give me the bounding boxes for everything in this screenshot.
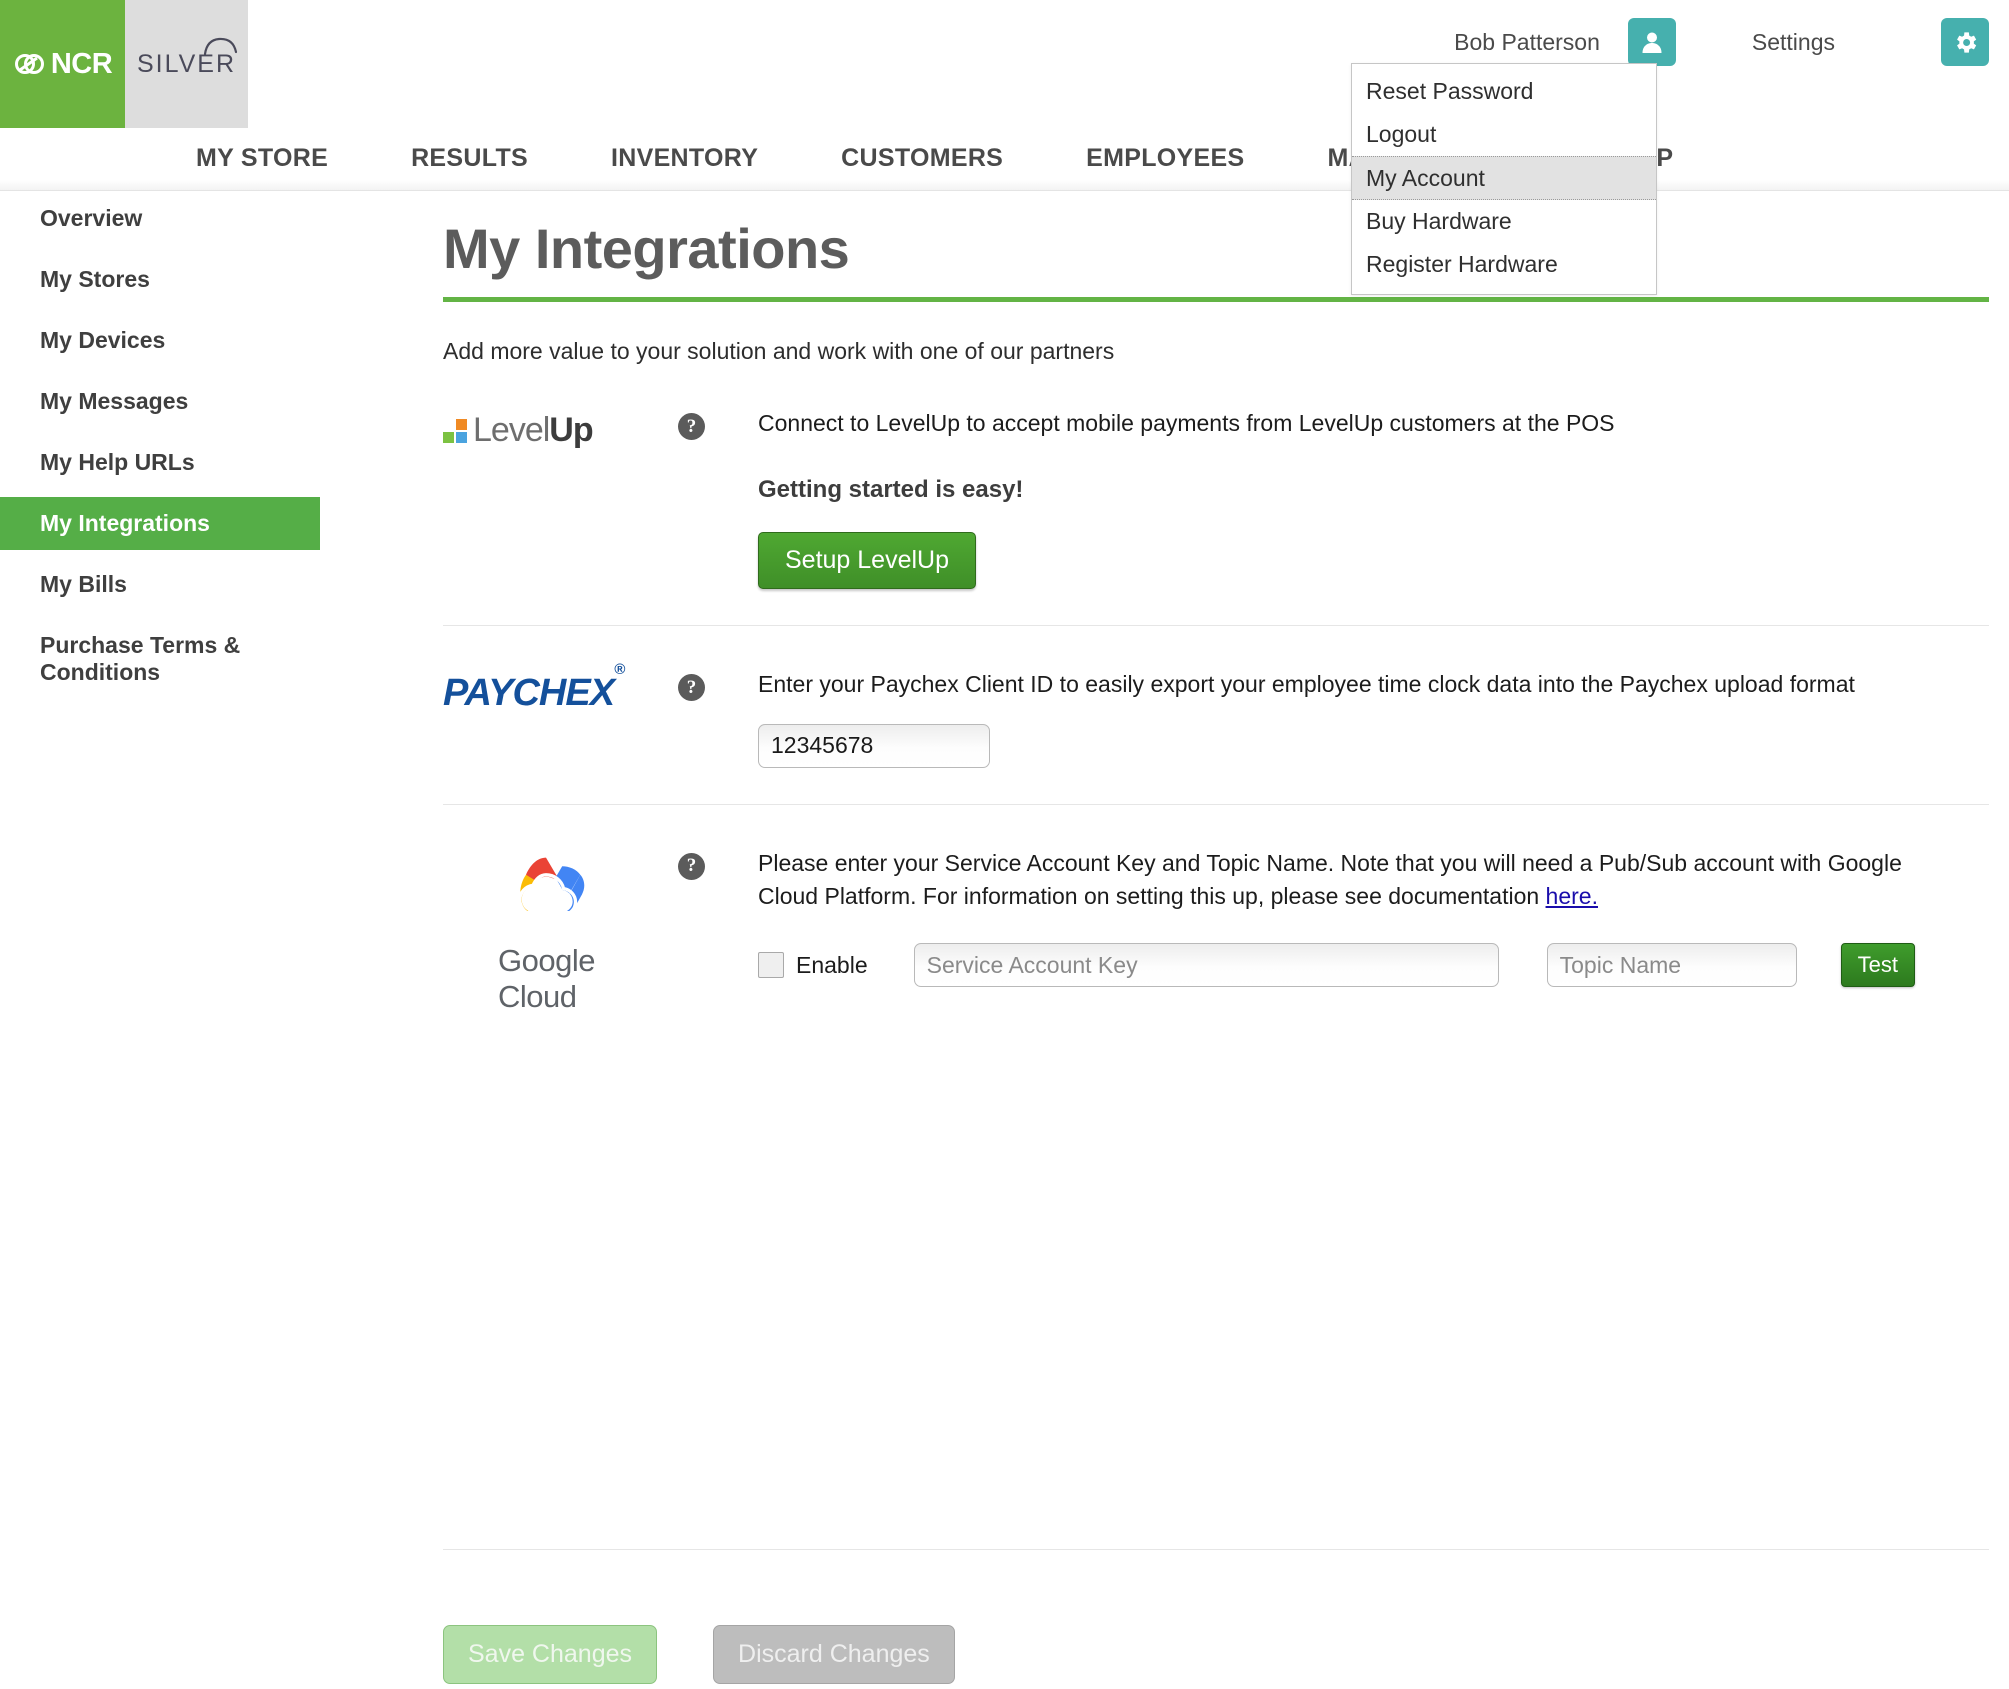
discard-changes-button[interactable]: Discard Changes bbox=[713, 1625, 955, 1684]
sidebar-item-my-stores[interactable]: My Stores bbox=[0, 253, 320, 306]
paychex-help: ? bbox=[678, 668, 758, 767]
levelup-logo-up: Up bbox=[549, 411, 593, 449]
sidebar-item-my-bills[interactable]: My Bills bbox=[0, 558, 320, 611]
user-dropdown-menu: Reset Password Logout My Account Buy Har… bbox=[1351, 63, 1657, 295]
levelup-logo: LevelUp bbox=[443, 407, 678, 589]
main-content: My Integrations Add more value to your s… bbox=[443, 192, 2009, 1051]
page-title: My Integrations bbox=[443, 217, 850, 280]
user-bar: Bob Patterson Settings bbox=[1454, 18, 1989, 66]
menu-item-register-hardware[interactable]: Register Hardware bbox=[1352, 243, 1656, 286]
setup-levelup-button[interactable]: Setup LevelUp bbox=[758, 532, 977, 590]
google-cloud-icon bbox=[518, 857, 585, 917]
test-button[interactable]: Test bbox=[1840, 943, 1915, 988]
menu-item-buy-hardware[interactable]: Buy Hardware bbox=[1352, 200, 1656, 243]
help-icon[interactable]: ? bbox=[678, 413, 705, 440]
sidebar: Overview My Stores My Devices My Message… bbox=[0, 192, 320, 707]
ncr-logo-text: NCR bbox=[50, 47, 113, 80]
nav-item-results[interactable]: RESULTS bbox=[411, 144, 528, 173]
menu-item-my-account[interactable]: My Account bbox=[1352, 155, 1656, 201]
sidebar-item-my-integrations[interactable]: My Integrations bbox=[0, 497, 320, 550]
ncr-logo-mark: NCR bbox=[13, 47, 113, 81]
levelup-body: Connect to LevelUp to accept mobile paym… bbox=[758, 407, 1989, 590]
help-icon[interactable]: ? bbox=[678, 852, 705, 880]
menu-item-logout[interactable]: Logout bbox=[1352, 113, 1656, 156]
google-cloud-description: Please enter your Service Account Key an… bbox=[758, 847, 1989, 914]
levelup-squares-icon bbox=[443, 418, 467, 443]
enable-checkbox[interactable] bbox=[758, 952, 784, 979]
brand-logo[interactable]: NCR SILVER bbox=[0, 0, 248, 128]
footer-actions: Save Changes Discard Changes bbox=[443, 1625, 955, 1684]
integration-section-levelup: LevelUp ? Connect to LevelUp to accept m… bbox=[443, 365, 1989, 627]
paychex-logo-text: PAYCHEX® bbox=[443, 661, 625, 715]
settings-label[interactable]: Settings bbox=[1752, 29, 1835, 56]
paychex-logo: PAYCHEX® bbox=[443, 661, 678, 767]
google-cloud-body: Please enter your Service Account Key an… bbox=[758, 847, 1989, 1015]
help-icon[interactable]: ? bbox=[678, 674, 705, 702]
main-nav: MY STORE RESULTS INVENTORY CUSTOMERS EMP… bbox=[0, 133, 2009, 191]
paychex-logo-wordmark: PAYCHEX bbox=[443, 672, 615, 715]
gear-icon[interactable] bbox=[1941, 18, 1989, 66]
paychex-body: Enter your Paychex Client ID to easily e… bbox=[758, 668, 1989, 768]
gc-desc-line2: Cloud Platform. For information on setti… bbox=[758, 883, 1546, 910]
levelup-description: Connect to LevelUp to accept mobile paym… bbox=[758, 410, 1615, 436]
menu-item-reset-password[interactable]: Reset Password bbox=[1352, 70, 1656, 113]
levelup-logo-text: LevelUp bbox=[473, 411, 594, 450]
levelup-help: ? bbox=[678, 407, 758, 589]
google-cloud-logo-text: Google Cloud bbox=[498, 942, 595, 1014]
nav-item-employees[interactable]: EMPLOYEES bbox=[1086, 144, 1244, 173]
person-icon[interactable] bbox=[1627, 18, 1676, 66]
paychex-registered-mark: ® bbox=[614, 660, 625, 678]
nav-item-customers[interactable]: CUSTOMERS bbox=[841, 144, 1003, 173]
levelup-logo-level: Level bbox=[473, 411, 550, 449]
topic-name-input[interactable] bbox=[1546, 943, 1797, 988]
footer-divider bbox=[443, 1549, 1989, 1550]
service-account-key-input[interactable] bbox=[913, 943, 1499, 988]
nav-item-inventory[interactable]: INVENTORY bbox=[611, 144, 758, 173]
integration-section-google-cloud: Google Cloud ? Please enter your Service… bbox=[443, 805, 1989, 1051]
levelup-getting-started: Getting started is easy! bbox=[758, 476, 1024, 504]
enable-label: Enable bbox=[796, 951, 868, 978]
sidebar-item-my-help-urls[interactable]: My Help URLs bbox=[0, 436, 320, 489]
google-cloud-controls: Enable Test bbox=[758, 943, 1989, 988]
sidebar-item-my-devices[interactable]: My Devices bbox=[0, 314, 320, 367]
gc-desc-line1: Please enter your Service Account Key an… bbox=[758, 849, 1902, 876]
paychex-description: Enter your Paychex Client ID to easily e… bbox=[758, 671, 1855, 698]
user-name[interactable]: Bob Patterson bbox=[1454, 29, 1600, 56]
ncr-infinity-icon bbox=[14, 54, 44, 74]
person-glyph bbox=[1642, 32, 1662, 53]
paychex-client-id-input[interactable] bbox=[758, 723, 990, 768]
sidebar-item-purchase-terms[interactable]: Purchase Terms & Conditions bbox=[0, 619, 320, 699]
sidebar-item-my-messages[interactable]: My Messages bbox=[0, 375, 320, 428]
google-cloud-help: ? bbox=[678, 847, 758, 1015]
save-changes-button[interactable]: Save Changes bbox=[443, 1625, 658, 1684]
documentation-link[interactable]: here. bbox=[1546, 883, 1598, 909]
page-header: NCR SILVER Bob Patterson Settings bbox=[0, 0, 2009, 133]
nav-item-my-store[interactable]: MY STORE bbox=[196, 144, 328, 173]
cloud-swoosh-icon bbox=[203, 37, 238, 56]
google-cloud-logo: Google Cloud bbox=[443, 847, 678, 1015]
sidebar-item-overview[interactable]: Overview bbox=[0, 192, 320, 245]
gear-glyph bbox=[1956, 31, 1976, 53]
integration-section-paychex: PAYCHEX® ? Enter your Paychex Client ID … bbox=[443, 626, 1989, 805]
page-subtitle: Add more value to your solution and work… bbox=[443, 338, 1115, 364]
ncr-logo[interactable]: NCR bbox=[0, 0, 125, 128]
silver-logo[interactable]: SILVER bbox=[125, 0, 248, 128]
